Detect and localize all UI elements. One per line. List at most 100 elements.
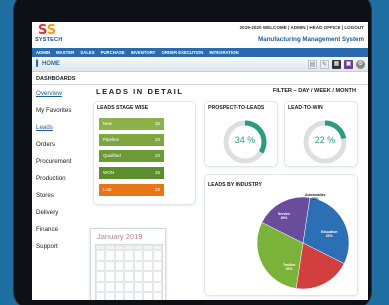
dashboards-strip: DASHBOARDS — [32, 73, 368, 85]
toolbar: ▌ HOME ▤ ✎ ▦ ▣ ⚙ — [32, 58, 368, 72]
sidebar: Overview My Favorites Leads Orders Procu… — [32, 88, 94, 258]
app-header: SS SYSTECH 2019-2020 WELCOME | ADMIN | H… — [32, 22, 368, 47]
sidebar-item-procurement[interactable]: Procurement — [32, 156, 94, 173]
calendar-day-cell[interactable] — [105, 260, 115, 272]
header-user-links[interactable]: 2019-2020 WELCOME | ADMIN | HEAD OFFICE … — [240, 25, 364, 30]
gear-icon[interactable]: ⚙ — [356, 60, 365, 69]
sidebar-item-delivery[interactable]: Delivery — [32, 207, 94, 224]
calendar-day-cell[interactable] — [105, 281, 115, 293]
chart-icon[interactable]: ▦ — [332, 60, 341, 69]
bar-chart-icon: ▌ — [36, 61, 41, 67]
logo-text: SYSTECH — [35, 37, 63, 43]
sidebar-item-stores[interactable]: Stores — [32, 190, 94, 207]
calendar-day-cell[interactable] — [133, 271, 144, 282]
legend-service: Service 20% — [278, 212, 290, 220]
calendar-day-cell[interactable] — [143, 281, 153, 293]
calendar-day-cell[interactable] — [143, 250, 153, 261]
legend-pct: 20% — [325, 234, 333, 238]
calendar-day-cell[interactable] — [133, 281, 144, 293]
menu-item-inventory[interactable]: INVENTORY — [131, 50, 156, 55]
lead-to-win-percent: 22 % — [314, 135, 336, 145]
tools-icon[interactable]: ✎ — [320, 60, 329, 69]
calendar-day-cell[interactable] — [105, 292, 115, 300]
calendar-day-cell[interactable] — [143, 260, 153, 272]
calendar-day-cell[interactable] — [96, 271, 106, 282]
calendar-day-cell[interactable] — [96, 250, 106, 261]
calendar-day-cell[interactable] — [133, 292, 144, 300]
calendar-day-cell[interactable] — [124, 292, 134, 300]
calendar-day-cell[interactable] — [114, 292, 125, 300]
stage-value: 33 — [154, 153, 160, 158]
industry-card: LEADS BY INDUSTRY Automobiles 30% Educat… — [204, 174, 358, 296]
menu-item-master[interactable]: MASTER — [56, 50, 74, 55]
calendar-day-cell[interactable] — [152, 281, 162, 293]
home-label: HOME — [41, 61, 60, 67]
stage-row-pipeline[interactable]: Pipeline 33 — [99, 134, 164, 146]
calendar-day-cell[interactable] — [96, 281, 106, 293]
prospect-card: PROSPECT-TO-LEADS 34 % — [204, 101, 278, 167]
stage-row-won[interactable]: WON 25 — [99, 167, 164, 179]
sidebar-item-my-favorites[interactable]: My Favorites — [32, 105, 94, 122]
lead-to-win-card: LEAD-TO-WIN 22 % — [284, 101, 358, 167]
calendar-day-cell[interactable] — [105, 250, 115, 261]
main-menu: ADMIN MASTER SALES PURCHASE INVENTORY OR… — [32, 48, 368, 57]
calendar-widget[interactable]: January 2019 — [90, 228, 166, 300]
calendar-day-cell[interactable] — [124, 281, 134, 293]
menu-item-purchase[interactable]: PURCHASE — [101, 50, 125, 55]
industry-pie-chart — [256, 196, 350, 290]
sidebar-item-leads[interactable]: Leads — [32, 122, 94, 139]
calendar-day-cell[interactable] — [143, 271, 153, 282]
prospect-percent: 34 % — [234, 135, 256, 145]
calendar-day-cell[interactable] — [105, 271, 115, 282]
menu-item-sales[interactable]: SALES — [80, 50, 94, 55]
calendar-title: January 2019 — [97, 232, 143, 241]
calendar-day-cell[interactable] — [124, 250, 134, 261]
system-title: Manufacturing Management System — [258, 36, 364, 43]
legend-pct: 30% — [285, 267, 293, 271]
logo[interactable]: SS SYSTECH — [35, 24, 67, 46]
calendar-day-cell[interactable] — [152, 271, 162, 282]
calendar-day-cell[interactable] — [124, 260, 134, 272]
dashboards-label: DASHBOARDS — [36, 76, 76, 82]
stage-row-qualified[interactable]: Qualified 33 — [99, 150, 164, 162]
stage-value: 22 — [154, 187, 160, 192]
calendar-day-cell[interactable] — [114, 281, 125, 293]
legend-pct: 20% — [280, 216, 288, 220]
calendar-day-cell[interactable] — [96, 292, 106, 300]
sidebar-item-production[interactable]: Production — [32, 173, 94, 190]
calendar-day-cell[interactable] — [152, 250, 162, 261]
screen-icon[interactable]: ▣ — [344, 60, 353, 69]
stage-value: 33 — [154, 137, 160, 142]
logo-mark-icon: SS — [38, 23, 57, 38]
calendar-day-cell[interactable] — [96, 260, 106, 272]
sidebar-item-orders[interactable]: Orders — [32, 139, 94, 156]
stage-row-lost[interactable]: Lost 22 — [99, 184, 164, 196]
filter-selector[interactable]: FILTER – DAY / WEEK / MONTH — [273, 88, 356, 94]
calendar-day-cell[interactable] — [152, 260, 162, 272]
document-icon[interactable]: ▤ — [308, 60, 317, 69]
legend-automobiles: Automobiles 30% — [305, 193, 326, 201]
sidebar-item-overview[interactable]: Overview — [32, 88, 94, 105]
calendar-day-cell[interactable] — [152, 292, 162, 300]
calendar-day-cell[interactable] — [114, 260, 125, 272]
calendar-day-cell[interactable] — [124, 271, 134, 282]
lead-to-win-title: LEAD-TO-WIN — [288, 105, 323, 111]
stage-row-new[interactable]: New 35 — [99, 118, 164, 130]
stage-label: New — [103, 121, 113, 126]
menu-item-integration[interactable]: INTEGRATION — [209, 50, 238, 55]
calendar-day-cell[interactable] — [133, 260, 144, 272]
calendar-day-cell[interactable] — [114, 250, 125, 261]
menu-item-admin[interactable]: ADMIN — [36, 50, 50, 55]
calendar-day-cell[interactable] — [143, 292, 153, 300]
sidebar-item-finance[interactable]: Finance — [32, 224, 94, 241]
sidebar-item-support[interactable]: Support — [32, 241, 94, 258]
stage-label: Pipeline — [103, 137, 120, 142]
home-link[interactable]: ▌ HOME — [36, 61, 60, 67]
page-title: LEADS IN DETAIL — [96, 87, 184, 96]
menu-item-order-execution[interactable]: ORDER EXECUTION — [162, 50, 204, 55]
legend-textiles: Textiles 30% — [283, 263, 295, 271]
calendar-day-cell[interactable] — [114, 271, 125, 282]
legend-pct: 30% — [311, 197, 319, 201]
leads-stage-title: LEADS STAGE WISE — [97, 105, 149, 111]
calendar-day-cell[interactable] — [133, 250, 144, 261]
